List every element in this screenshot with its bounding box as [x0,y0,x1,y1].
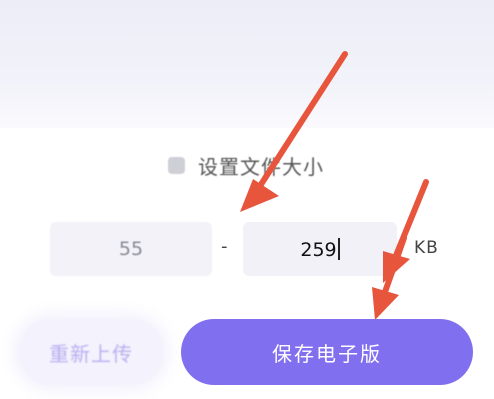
save-electronic-version-button[interactable]: 保存电子版 [181,319,473,385]
reupload-button[interactable]: 重新上传 [18,318,164,386]
max-size-value: 259 [300,238,339,261]
file-size-setting[interactable]: 设置文件大小 [168,150,324,180]
file-size-checkbox[interactable] [168,156,185,174]
max-size-input[interactable]: 259 [243,222,397,276]
file-size-label: 设置文件大小 [198,154,324,179]
min-size-input[interactable]: 55 [50,222,212,276]
min-size-value: 55 [118,238,144,260]
size-unit-label: KB [414,238,439,258]
range-separator: - [221,236,228,257]
top-background [0,0,494,128]
